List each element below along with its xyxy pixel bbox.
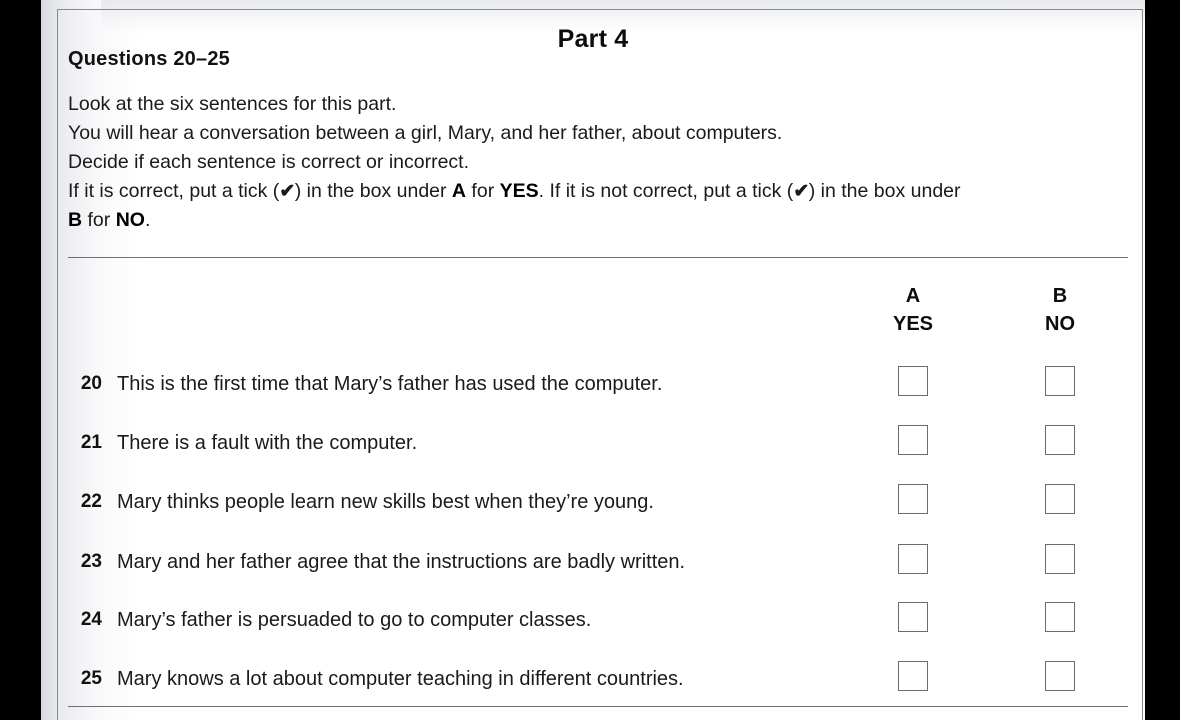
option-word-yes: YES <box>499 180 539 202</box>
column-word-no: NO <box>1045 313 1075 335</box>
instruction-line-4: If it is correct, put a tick (✔) in the … <box>68 177 1128 206</box>
column-header-b: B NO <box>1015 283 1105 339</box>
exam-paper-sheet: Part 4 Questions 20–25 Look at the six s… <box>41 0 1145 720</box>
exam-content: Part 4 Questions 20–25 Look at the six s… <box>41 0 1145 720</box>
question-text: There is a fault with the computer. <box>117 432 418 454</box>
table-row: 22 Mary thinks people learn new skills b… <box>41 482 1145 522</box>
instruction-text-box-under-2: ) in the box under <box>808 180 961 202</box>
checkbox-24-no[interactable] <box>1045 602 1075 632</box>
question-text: Mary’s father is persuaded to go to comp… <box>117 609 592 631</box>
option-letter-b: B <box>68 209 83 231</box>
instruction-line-3: Decide if each sentence is correct or in… <box>68 151 470 173</box>
tick-icon-2: ✔ <box>793 181 809 202</box>
divider-top <box>68 257 1128 258</box>
questions-range-heading: Questions 20–25 <box>68 48 230 70</box>
letterbox-right <box>1145 0 1180 720</box>
checkbox-22-no[interactable] <box>1045 484 1075 514</box>
checkbox-20-no[interactable] <box>1045 366 1075 396</box>
question-number: 24 <box>80 609 102 630</box>
question-text: Mary and her father agree that the instr… <box>117 551 686 573</box>
instruction-period: . <box>144 209 151 231</box>
instruction-text-for-2: for <box>82 209 116 231</box>
checkbox-21-no[interactable] <box>1045 425 1075 455</box>
column-letter-b: B <box>1052 285 1068 307</box>
instruction-line-1: Look at the six sentences for this part. <box>68 93 397 115</box>
divider-bottom <box>68 706 1128 707</box>
column-word-yes: YES <box>892 313 934 335</box>
question-text: Mary thinks people learn new skills best… <box>117 491 654 513</box>
question-number: 21 <box>80 432 102 453</box>
option-word-no: NO <box>115 209 145 231</box>
instruction-text-for: for <box>466 180 500 202</box>
column-letter-a: A <box>905 285 921 307</box>
checkbox-20-yes[interactable] <box>898 366 928 396</box>
table-row: 21 There is a fault with the computer. <box>41 423 1145 463</box>
question-text: Mary knows a lot about computer teaching… <box>117 668 684 690</box>
option-letter-a: A <box>451 180 467 202</box>
checkbox-23-yes[interactable] <box>898 544 928 574</box>
column-header-a: A YES <box>868 283 958 339</box>
question-number: 25 <box>80 668 102 689</box>
table-row: 20 This is the first time that Mary’s fa… <box>41 364 1145 404</box>
letterbox-left <box>0 0 41 720</box>
table-row: 24 Mary’s father is persuaded to go to c… <box>41 600 1145 640</box>
checkbox-25-no[interactable] <box>1045 661 1075 691</box>
checkbox-22-yes[interactable] <box>898 484 928 514</box>
table-row: 23 Mary and her father agree that the in… <box>41 542 1145 582</box>
checkbox-23-no[interactable] <box>1045 544 1075 574</box>
question-number: 22 <box>80 491 102 512</box>
question-number: 23 <box>80 551 102 572</box>
instruction-line-5: B for NO. <box>68 206 1128 235</box>
instruction-text-if-correct: If it is correct, put a tick ( <box>68 180 280 202</box>
screenshot-viewport: Part 4 Questions 20–25 Look at the six s… <box>0 0 1180 720</box>
instruction-text-if-not-correct: . If it is not correct, put a tick ( <box>538 180 794 202</box>
question-number: 20 <box>80 373 102 394</box>
table-row: 25 Mary knows a lot about computer teach… <box>41 659 1145 699</box>
tick-icon: ✔ <box>279 181 295 202</box>
checkbox-21-yes[interactable] <box>898 425 928 455</box>
instructions-block: Look at the six sentences for this part.… <box>68 90 1128 235</box>
question-text: This is the first time that Mary’s fathe… <box>117 373 663 395</box>
checkbox-25-yes[interactable] <box>898 661 928 691</box>
instruction-text-box-under: ) in the box under <box>294 180 452 202</box>
instruction-line-2: You will hear a conversation between a g… <box>68 122 783 144</box>
checkbox-24-yes[interactable] <box>898 602 928 632</box>
